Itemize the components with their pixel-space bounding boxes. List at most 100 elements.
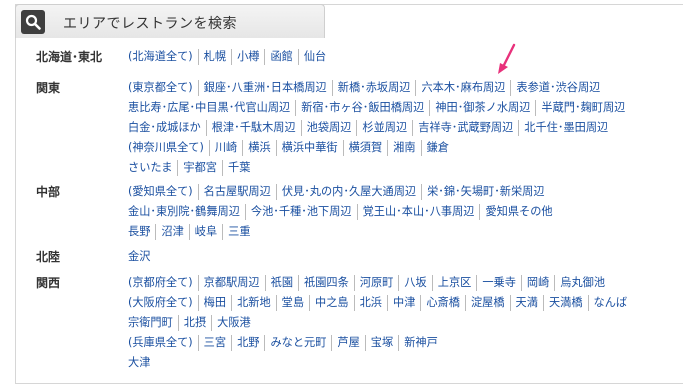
area-link[interactable]: 烏丸御池 xyxy=(554,275,610,291)
area-link[interactable]: 吉祥寺･武蔵野周辺 xyxy=(412,119,518,136)
area-link[interactable]: 天満 xyxy=(509,294,543,311)
area-link[interactable]: 京都駅周辺 xyxy=(197,275,265,291)
area-link[interactable]: 鎌倉 xyxy=(420,139,454,156)
area-link[interactable]: 川崎 xyxy=(208,139,242,156)
area-link[interactable]: 新神戸 xyxy=(398,334,443,351)
area-link[interactable]: 祇園四条 xyxy=(298,275,354,291)
area-link-row: (北海道全て) 札幌 小樽 函館 仙台 xyxy=(128,49,331,68)
area-link[interactable]: 表参道･渋谷周辺 xyxy=(510,80,605,96)
area-link[interactable]: 白金･成城ほか xyxy=(128,120,206,136)
area-link[interactable]: 小樽 xyxy=(231,49,264,65)
area-link[interactable]: 北野 xyxy=(231,334,264,351)
pointer-arrow-icon xyxy=(498,43,516,74)
area-link[interactable]: (神奈川県全て) xyxy=(128,140,209,156)
area-link[interactable]: (愛知県全て) xyxy=(128,184,198,200)
area-link[interactable]: 梅田 xyxy=(197,294,231,311)
area-link[interactable]: 恵比寿･広尾･中目黒･代官山周辺 xyxy=(128,100,295,116)
region-label: 北海道･東北 xyxy=(36,50,103,64)
area-link[interactable]: 栄･錦･矢場町･新栄周辺 xyxy=(421,184,549,200)
area-link[interactable]: 大津 xyxy=(128,355,155,371)
area-link[interactable]: 一乗寺 xyxy=(476,275,521,291)
area-link[interactable]: 八坂 xyxy=(398,275,431,291)
area-link[interactable]: 金沢 xyxy=(128,249,155,265)
area-link[interactable]: 仙台 xyxy=(297,49,331,65)
area-link[interactable]: 北摂 xyxy=(177,314,211,331)
area-link[interactable]: 函館 xyxy=(264,49,297,65)
area-link[interactable]: 岐阜 xyxy=(188,223,222,240)
search-icon xyxy=(21,10,45,34)
area-link[interactable]: 長野 xyxy=(128,224,155,240)
region-label: 中部 xyxy=(36,185,61,199)
region-label: 関西 xyxy=(36,276,61,290)
area-link[interactable]: さいたま xyxy=(128,160,177,176)
area-link[interactable]: 根津･千駄木周辺 xyxy=(205,119,301,136)
area-link-row: 大津 xyxy=(128,355,155,374)
area-link-row: (愛知県全て) 名古屋駅周辺 伏見･丸の内･久屋大通周辺 栄･錦･矢場町･新栄周辺 xyxy=(128,184,550,203)
panel-title: エリアでレストランを検索 xyxy=(63,16,237,32)
area-link-row: (兵庫県全て) 三宮 北野 みなと元町 芦屋 宝塚 新神戸 xyxy=(128,334,443,354)
area-link[interactable]: 堂島 xyxy=(275,294,309,311)
area-link-row: 宗衛門町 北摂 大阪港 xyxy=(128,314,256,334)
area-link[interactable]: 淀屋橋 xyxy=(464,294,510,311)
area-link[interactable]: 金山･東別院･鶴舞周辺 xyxy=(128,204,245,220)
area-link[interactable]: 河原町 xyxy=(353,275,399,291)
area-link-row: 長野 沼津 岐阜 三重 xyxy=(128,223,256,243)
area-link[interactable]: みなと元町 xyxy=(264,334,331,351)
area-link[interactable]: 北新地 xyxy=(231,294,276,311)
area-link-row: 金沢 xyxy=(128,249,155,268)
area-link-row: (大阪府全て) 梅田 北新地 堂島 中之島 北浜 中津 心斎橋 淀屋橋 天満 天満橋 なんば xyxy=(128,294,633,314)
area-link[interactable]: 心斎橋 xyxy=(420,294,465,311)
area-link[interactable]: 大阪港 xyxy=(211,314,256,331)
area-link[interactable]: 千葉 xyxy=(222,159,255,176)
area-link[interactable]: なんば xyxy=(587,294,633,311)
area-link[interactable]: 宝塚 xyxy=(364,334,398,351)
area-link-row: 金山･東別院･鶴舞周辺 今池･千種･池下周辺 覚王山･本山･八事周辺 愛知県その他 xyxy=(128,203,558,223)
area-link[interactable]: 覚王山･本山･八事周辺 xyxy=(356,203,480,220)
region-label: 関東 xyxy=(36,81,61,95)
area-link-row: (東京都全て) 銀座･八重洲･日本橋周辺 新橋･赤坂周辺 六本木･麻布周辺 表参道･渋谷… xyxy=(128,80,605,99)
area-link[interactable]: 中之島 xyxy=(309,294,354,311)
area-link-row: (神奈川県全て) 川崎 横浜 横浜中華街 横須賀 湘南 鎌倉 xyxy=(128,139,454,159)
area-link-row: (京都府全て) 京都駅周辺 祇園 祇園四条 河原町 八坂 上京区 一乗寺 岡崎 烏丸御池 xyxy=(128,275,610,294)
area-link[interactable]: 上京区 xyxy=(431,275,477,291)
area-link[interactable]: (大阪府全て) xyxy=(128,295,198,311)
area-link-row: 白金･成城ほか 根津･千駄木周辺 池袋周辺 杉並周辺 吉祥寺･武蔵野周辺 北千住･墨田周辺 xyxy=(128,119,613,139)
area-link[interactable]: 新橋･赤坂周辺 xyxy=(331,80,416,96)
area-link[interactable]: 札幌 xyxy=(197,49,231,65)
area-link[interactable]: 杉並周辺 xyxy=(356,119,412,136)
area-link[interactable]: 横浜中華街 xyxy=(275,139,343,156)
area-link[interactable]: 岡崎 xyxy=(520,275,554,291)
area-link[interactable]: 六本木･麻布周辺 xyxy=(415,80,510,96)
area-link[interactable]: 祇園 xyxy=(264,275,298,291)
area-link-row: さいたま 宇都宮 千葉 xyxy=(128,159,255,179)
area-link[interactable]: 横須賀 xyxy=(342,139,388,156)
area-link[interactable]: 宇都宮 xyxy=(177,159,222,176)
area-link[interactable]: 今池･千種･池下周辺 xyxy=(244,203,357,220)
area-link[interactable]: 半蔵門･麹町周辺 xyxy=(535,99,630,116)
area-link[interactable]: 新宿･市ヶ谷･飯田橋周辺 xyxy=(295,99,429,116)
area-link[interactable]: (兵庫県全て) xyxy=(128,335,198,351)
area-link[interactable]: 三宮 xyxy=(197,334,231,351)
area-link[interactable]: 神田･御茶ノ水周辺 xyxy=(429,99,535,116)
area-link[interactable]: 中津 xyxy=(387,294,420,311)
area-link[interactable]: (京都府全て) xyxy=(128,275,198,291)
area-link[interactable]: 横浜 xyxy=(242,139,275,156)
area-link[interactable]: 名古屋駅周辺 xyxy=(197,184,276,200)
area-link[interactable]: 宗衛門町 xyxy=(128,315,178,331)
region-label: 北陸 xyxy=(36,250,61,264)
area-link[interactable]: 愛知県その他 xyxy=(479,203,557,220)
area-link[interactable]: (東京都全て) xyxy=(128,80,198,96)
area-link[interactable]: 伏見･丸の内･久屋大通周辺 xyxy=(275,184,421,200)
area-link[interactable]: 三重 xyxy=(222,223,255,240)
area-link[interactable]: 湘南 xyxy=(387,139,420,156)
area-link[interactable]: 北浜 xyxy=(353,294,387,311)
area-link[interactable]: 池袋周辺 xyxy=(300,119,357,136)
area-link[interactable]: 天満橋 xyxy=(542,294,588,311)
area-link[interactable]: 銀座･八重洲･日本橋周辺 xyxy=(197,80,332,96)
area-link[interactable]: 芦屋 xyxy=(331,334,364,351)
area-link[interactable]: 沼津 xyxy=(155,223,188,240)
panel-header: エリアでレストランを検索 xyxy=(15,4,325,38)
area-link-row: 恵比寿･広尾･中目黒･代官山周辺 新宿･市ヶ谷･飯田橋周辺 神田･御茶ノ水周辺 半蔵門… xyxy=(128,99,630,119)
area-link[interactable]: (北海道全て) xyxy=(128,49,198,65)
area-link[interactable]: 北千住･墨田周辺 xyxy=(518,119,613,136)
